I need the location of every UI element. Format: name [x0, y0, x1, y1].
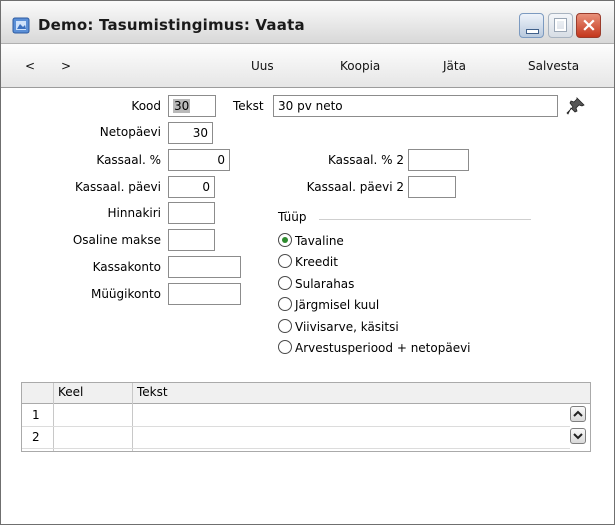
pin-icon[interactable] — [566, 96, 586, 116]
row-number: 1 — [32, 408, 40, 422]
toolbar: < > Uus Koopia Jäta Salvesta — [1, 44, 614, 88]
type-group-divider — [319, 219, 531, 220]
type-option-label: Tavaline — [295, 234, 344, 248]
window: Demo: Tasumistingimus: Vaata × < > Uus K… — [0, 0, 615, 525]
partial-payment-field[interactable] — [168, 229, 215, 251]
price-list-field[interactable] — [168, 202, 215, 224]
text-field[interactable]: 30 pv neto — [273, 95, 558, 117]
type-option-tavaline[interactable]: Tavaline — [278, 233, 344, 248]
cash-discount-field[interactable]: 0 — [168, 149, 230, 171]
code-label: Kood — [131, 99, 161, 113]
net-days-label: Netopäevi — [99, 125, 161, 139]
type-option-jargmisel-kuul[interactable]: Järgmisel kuul — [278, 297, 379, 312]
column-header-tekst: Tekst — [137, 385, 168, 399]
chevron-down-icon — [573, 433, 583, 440]
radio-icon — [278, 254, 292, 268]
table-row[interactable]: 1 — [22, 404, 570, 427]
type-group-legend: Tüüp — [278, 210, 307, 224]
form-area: Kood 30 Tekst 30 pv neto Netopäevi 30 Ka… — [1, 88, 614, 524]
title-bar: Demo: Tasumistingimus: Vaata × — [1, 1, 614, 44]
chevron-up-icon — [573, 410, 583, 417]
scroll-up-button[interactable] — [570, 406, 586, 422]
cash-days-2-field[interactable] — [408, 176, 456, 198]
radio-selected-icon — [278, 233, 292, 247]
net-days-field[interactable]: 30 — [168, 122, 213, 144]
copy-button[interactable]: Koopia — [340, 59, 380, 73]
radio-icon — [278, 276, 292, 290]
table-row[interactable]: 2 — [22, 426, 570, 449]
column-header-keel: Keel — [58, 385, 84, 399]
cancel-button[interactable]: Jäta — [443, 59, 466, 73]
grid-header: Keel Tekst — [22, 383, 590, 404]
radio-icon — [278, 319, 292, 333]
next-record-button[interactable]: > — [61, 59, 71, 73]
app-icon — [12, 17, 30, 34]
close-button[interactable]: × — [576, 13, 601, 38]
radio-icon — [278, 297, 292, 311]
minimize-button[interactable] — [519, 13, 544, 38]
price-list-label: Hinnakiri — [107, 206, 161, 220]
save-button[interactable]: Salvesta — [528, 59, 579, 73]
code-field[interactable]: 30 — [168, 95, 216, 117]
type-option-arvestusperiood[interactable]: Arvestusperiood + netopäevi — [278, 340, 471, 355]
sales-account-label: Müügikonto — [90, 287, 161, 301]
cash-account-field[interactable] — [168, 256, 241, 278]
type-option-label: Sularahas — [295, 277, 355, 291]
type-option-label: Viivisarve, käsitsi — [295, 320, 399, 334]
type-option-viivisarve[interactable]: Viivisarve, käsitsi — [278, 319, 399, 334]
maximize-button[interactable] — [548, 13, 573, 38]
text-label: Tekst — [233, 99, 264, 113]
cash-days-label: Kassaal. päevi — [75, 180, 161, 194]
partial-payment-label: Osaline makse — [72, 233, 161, 247]
scroll-down-button[interactable] — [570, 428, 586, 444]
type-option-kreedit[interactable]: Kreedit — [278, 254, 338, 269]
type-option-label: Järgmisel kuul — [295, 298, 380, 312]
previous-record-button[interactable]: < — [25, 59, 35, 73]
row-number: 2 — [32, 430, 40, 444]
sales-account-field[interactable] — [168, 283, 241, 305]
type-option-label: Kreedit — [295, 255, 338, 269]
language-text-grid: Keel Tekst 1 2 — [21, 382, 591, 452]
cash-days-2-label: Kassaal. päevi 2 — [306, 180, 404, 194]
cash-days-field[interactable]: 0 — [168, 176, 215, 198]
radio-icon — [278, 340, 292, 354]
cash-account-label: Kassakonto — [92, 260, 161, 274]
code-value: 30 — [173, 99, 191, 113]
type-option-sularahas[interactable]: Sularahas — [278, 276, 354, 291]
cash-discount-2-label: Kassaal. % 2 — [327, 153, 404, 167]
type-option-label: Arvestusperiood + netopäevi — [295, 341, 471, 355]
cash-discount-2-field[interactable] — [408, 149, 469, 171]
close-icon: × — [581, 14, 597, 36]
cash-discount-label: Kassaal. % — [96, 153, 161, 167]
maximize-icon — [555, 19, 566, 31]
minimize-icon — [526, 29, 539, 34]
window-title: Demo: Tasumistingimus: Vaata — [38, 16, 305, 34]
new-button[interactable]: Uus — [251, 59, 274, 73]
